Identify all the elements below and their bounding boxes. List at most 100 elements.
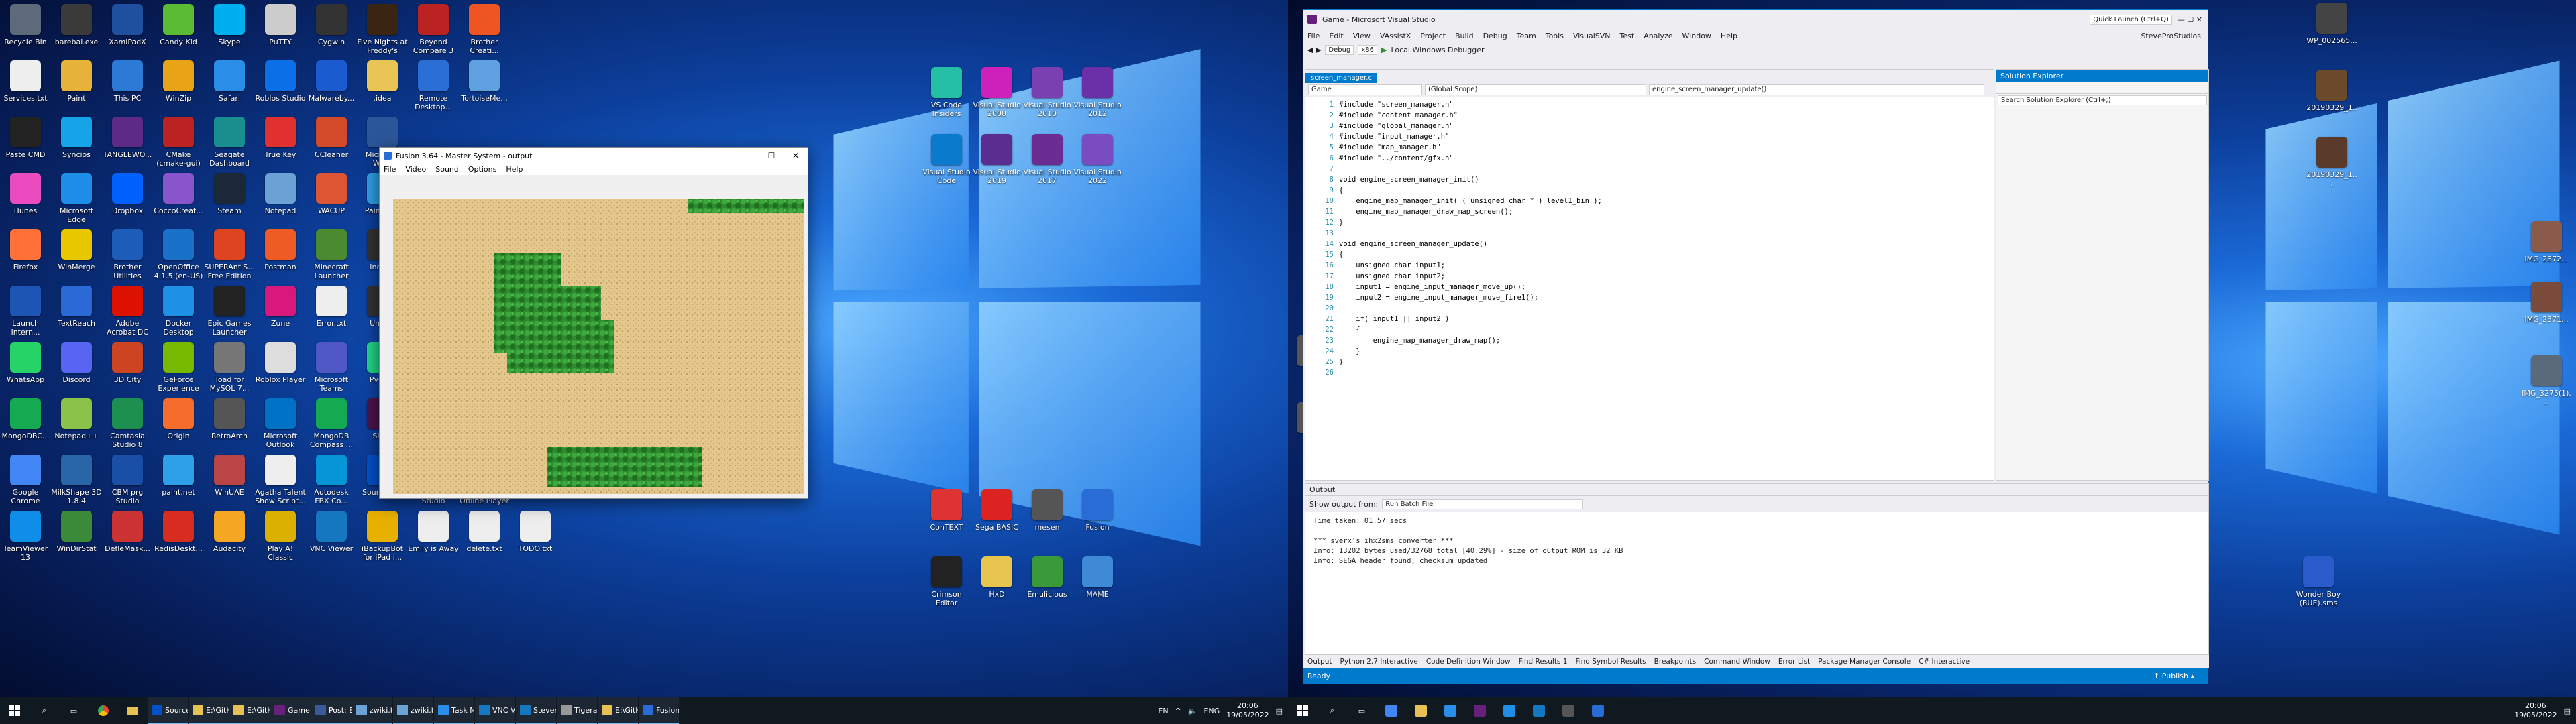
desktop-icon[interactable]: MongoDB Compass ... (307, 398, 356, 456)
back-icon[interactable]: ◀ ▶ (1307, 46, 1321, 54)
start-button[interactable] (0, 697, 30, 724)
desktop-icon[interactable]: Google Chrome (1, 455, 50, 512)
desktop-icon[interactable]: 20190329_1... (2306, 70, 2357, 127)
desktop-icon[interactable]: Microsoft Edge (52, 173, 101, 231)
taskbar-app[interactable]: Game - Mic... (270, 697, 311, 724)
vs-menu-project[interactable]: Project (1420, 32, 1446, 40)
search-icon-right[interactable]: ⌕ (1318, 697, 1347, 724)
volume-icon[interactable]: 🔈 (1188, 707, 1197, 715)
desktop-icon[interactable]: Visual Studio 2012 (1073, 67, 1122, 125)
desktop-icon[interactable]: CoccoCreat... (154, 173, 203, 231)
taskbar-pinned-icon[interactable] (1583, 697, 1613, 724)
code-line[interactable]: 10 engine_map_manager_init( ( unsigned c… (1305, 196, 1994, 206)
taskbar-pinned-icon[interactable] (1554, 697, 1583, 724)
taskbar-app[interactable]: StevenLapto... (516, 697, 556, 724)
desktop-icon[interactable]: Firefox (1, 229, 50, 287)
vs-menu-build[interactable]: Build (1455, 32, 1474, 40)
desktop-icon[interactable]: OpenOffice 4.1.5 (en-US) (154, 229, 203, 287)
code-line[interactable]: 6 #include "../content/gfx.h" (1305, 153, 1994, 164)
taskbar-app[interactable]: Task Manager (434, 697, 474, 724)
desktop-icon[interactable]: IMG_3275(1)... (2522, 355, 2571, 413)
platform-select[interactable]: x86 (1358, 45, 1377, 55)
desktop-icon[interactable]: Visual Studio 2022 (1073, 134, 1122, 192)
desktop-icon[interactable]: Zune (256, 286, 305, 343)
task-view-icon[interactable]: ▭ (59, 697, 89, 724)
config-select[interactable]: Debug (1325, 45, 1354, 55)
code-line[interactable]: 4 #include "input_manager.h" (1305, 131, 1994, 142)
vs-menu-window[interactable]: Window (1682, 32, 1711, 40)
desktop-icon[interactable]: Discord (52, 342, 101, 400)
code-line[interactable]: 7 (1305, 164, 1994, 174)
desktop-icon[interactable]: SUPERAntiS... Free Edition (204, 229, 255, 287)
taskbar-app[interactable]: zwiki.txt - N... (352, 697, 392, 724)
desktop-icon[interactable]: Play A! Classic (256, 511, 305, 568)
desktop-icon[interactable]: Emulicious (1023, 556, 1071, 614)
code-line[interactable]: 12} (1305, 217, 1994, 228)
code-line[interactable]: 3 #include "global_manager.h" (1305, 121, 1994, 131)
desktop-icon[interactable]: iTunes (1, 173, 50, 231)
desktop-icon[interactable]: Beyond Compare 3 (409, 4, 458, 62)
desktop-icon[interactable]: TeamViewer 13 (1, 511, 50, 568)
desktop-icon[interactable]: Seagate Dashboard (205, 117, 254, 174)
code-line[interactable]: 24 } (1305, 346, 1994, 357)
code-line[interactable]: 5 #include "map_manager.h" (1305, 142, 1994, 153)
desktop-icon[interactable]: TortoiseMe... (460, 60, 508, 118)
desktop-icon[interactable]: Visual Studio 2010 (1023, 67, 1071, 125)
desktop-icon[interactable]: Autodesk FBX Co... (307, 455, 356, 512)
tool-tab[interactable]: Error List (1778, 658, 1810, 666)
desktop-icon[interactable]: VS Code Insiders (922, 67, 971, 125)
desktop-icon[interactable]: .idea (358, 60, 407, 118)
desktop-icon[interactable]: Brother Creati... (460, 4, 508, 62)
right-clock[interactable]: 20:06 19/05/2022 (2514, 701, 2557, 720)
code-line[interactable]: 16 unsigned char input1; (1305, 260, 1994, 271)
desktop-icon[interactable]: Adobe Acrobat DC (103, 286, 152, 343)
desktop-icon[interactable]: WP_002565... (2306, 3, 2357, 60)
vs-user[interactable]: SteveProStudios (2141, 32, 2208, 40)
desktop-icon[interactable]: delete.txt (460, 511, 508, 568)
desktop-icon[interactable]: iBackupBot for iPad i... (358, 511, 407, 568)
desktop-icon[interactable]: 20190329_1... (2306, 137, 2357, 194)
desktop-icon[interactable]: WACUP (307, 173, 356, 231)
code-line[interactable]: 15 { (1305, 249, 1994, 260)
taskbar-app[interactable]: E:\GitHub\S... (189, 697, 229, 724)
desktop-icon[interactable]: Agatha Talent Show Script... (255, 455, 306, 512)
fusion-window[interactable]: Fusion 3.64 - Master System - output — ☐… (379, 147, 808, 499)
taskbar-app[interactable]: zwiki.txt - N... (393, 697, 433, 724)
notification-icon-right[interactable]: ▤ (2564, 707, 2571, 715)
keyboard-indicator[interactable]: ENG (1203, 707, 1220, 715)
vs-menu-debug[interactable]: Debug (1483, 32, 1507, 40)
code-line[interactable]: 19 input2 = engine_input_manager_move_fi… (1305, 292, 1994, 303)
desktop-icon[interactable]: Origin (154, 398, 203, 456)
desktop-icon[interactable]: DefleMask... (103, 511, 152, 568)
desktop-icon[interactable]: Services.txt (1, 60, 50, 118)
desktop-icon[interactable]: MAME (1073, 556, 1122, 614)
fusion-menu-options[interactable]: Options (468, 165, 496, 174)
code-line[interactable]: 23 engine_map_manager_draw_map(); (1305, 335, 1994, 346)
desktop-icon[interactable]: Paste CMD (1, 117, 50, 174)
desktop-icon[interactable]: Remote Desktop... (409, 60, 458, 118)
desktop-icon[interactable]: Wonder Boy (BUE).sms (2294, 556, 2343, 614)
code-line[interactable]: 8 void engine_screen_manager_init() (1305, 174, 1994, 185)
desktop-icon[interactable]: CMake (cmake-gui) (154, 117, 203, 174)
desktop-icon[interactable]: HxD (973, 556, 1021, 614)
desktop-icon[interactable]: WinUAE (205, 455, 254, 512)
desktop-icon[interactable]: Paint (52, 60, 101, 118)
fusion-menu-help[interactable]: Help (506, 165, 523, 174)
code-editor[interactable]: screen_manager.c Game (Global Scope) eng… (1305, 69, 1994, 481)
tool-tab[interactable]: Python 2.7 Interactive (1340, 658, 1417, 666)
desktop-icon[interactable]: WinDirStat (52, 511, 101, 568)
chrome-icon[interactable] (89, 697, 118, 724)
desktop-icon[interactable]: Skype (205, 4, 254, 62)
taskbar-app[interactable]: Post: Edit an... (311, 697, 352, 724)
desktop-icon[interactable]: TODO.txt (511, 511, 559, 568)
vs-menu-tools[interactable]: Tools (1546, 32, 1564, 40)
desktop-icon[interactable]: Five Nights at Freddy's (357, 4, 408, 62)
vs-menu-team[interactable]: Team (1517, 32, 1536, 40)
code-line[interactable]: 11 engine_map_manager_draw_map_screen(); (1305, 206, 1994, 217)
desktop-icon[interactable]: XamlPadX (103, 4, 152, 62)
desktop-icon[interactable]: Crimson Editor (922, 556, 971, 614)
code-line[interactable]: 18 input1 = engine_input_manager_move_up… (1305, 282, 1994, 292)
desktop-icon[interactable]: Steam (205, 173, 254, 231)
task-view-icon-right[interactable]: ▭ (1347, 697, 1377, 724)
desktop-icon[interactable]: Epic Games Launcher (205, 286, 254, 343)
